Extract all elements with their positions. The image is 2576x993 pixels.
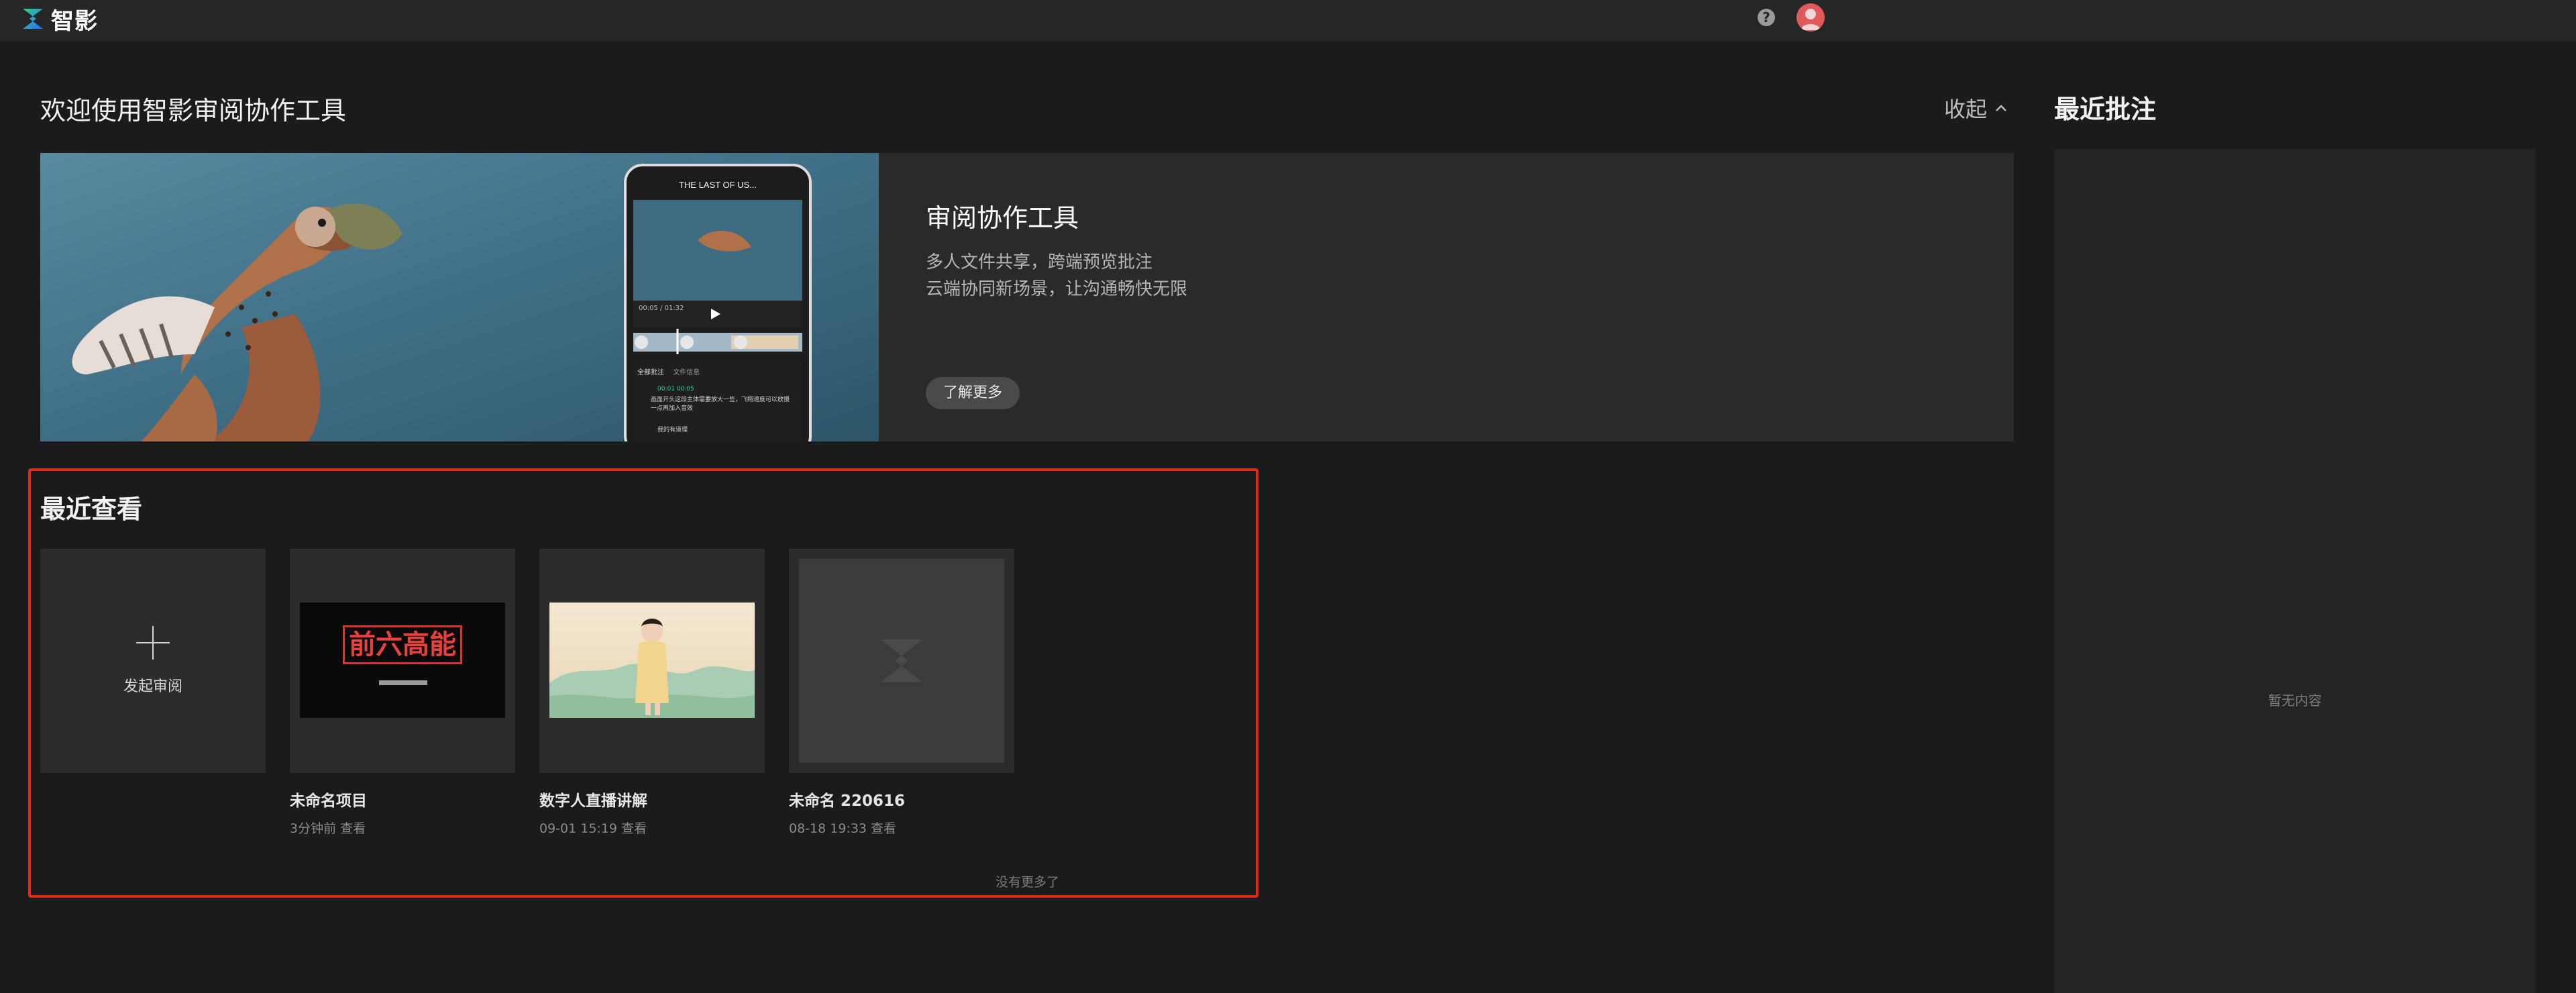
app-logo[interactable]: 智影 xyxy=(20,4,98,35)
welcome-banner: THE LAST OF US... 00:05 / 01:32 全部批注 文件信… xyxy=(40,153,2014,441)
chevron-up-icon xyxy=(1996,105,2006,111)
banner-illustration: THE LAST OF US... 00:05 / 01:32 全部批注 文件信… xyxy=(40,153,879,441)
project-name[interactable]: 未命名 220616 xyxy=(789,788,905,811)
thumbnail-text: 前六高能 xyxy=(343,625,462,664)
project-time: 3分钟前 查看 xyxy=(290,821,366,836)
user-avatar-icon[interactable] xyxy=(1796,3,1825,32)
project-time: 09-01 15:19 查看 xyxy=(539,821,647,836)
project-card[interactable] xyxy=(789,549,1014,773)
project-name[interactable]: 未命名项目 xyxy=(290,788,367,811)
banner-line-2: 云端协同新场景，让沟通畅快无限 xyxy=(926,279,1188,299)
project-time: 08-18 19:33 查看 xyxy=(789,821,897,836)
new-review-card[interactable]: 发起审阅 xyxy=(40,549,266,773)
question-circle-icon[interactable]: ? xyxy=(1758,9,1775,26)
phone-reply: 我的有道理 xyxy=(657,427,688,433)
phone-title: THE LAST OF US... xyxy=(678,180,757,190)
recent-viewed-title: 最近查看 xyxy=(40,494,143,524)
phone-tabs: 全部批注 文件信息 xyxy=(637,369,700,376)
recent-comments-title: 最近批注 xyxy=(2054,95,2157,124)
project-card[interactable]: 前六高能 xyxy=(290,549,515,773)
project-thumbnail xyxy=(549,603,755,718)
empty-state-text: 暂无内容 xyxy=(2268,692,2322,709)
zhiying-logo-icon xyxy=(880,639,923,682)
project-name[interactable]: 数字人直播讲解 xyxy=(539,788,647,811)
plus-icon xyxy=(136,626,170,660)
project-card[interactable] xyxy=(539,549,765,773)
phone-time: 00:05 / 01:32 xyxy=(639,305,684,312)
collapse-label: 收起 xyxy=(1944,97,1988,122)
zhiying-logo-icon xyxy=(23,9,43,29)
new-review-label: 发起审阅 xyxy=(123,678,182,695)
banner-heading: 审阅协作工具 xyxy=(926,203,1079,233)
banner-line-1: 多人文件共享，跨端预览批注 xyxy=(926,252,1153,272)
no-more-text: 没有更多了 xyxy=(996,875,1060,890)
collapse-button[interactable]: 收起 xyxy=(1944,93,2008,123)
project-thumbnail: 前六高能 xyxy=(300,603,505,718)
phone-comment-text: 画面开头这段主体需要放大一些，飞翔速度可以放慢一点再加入音效 xyxy=(651,397,790,412)
welcome-title: 欢迎使用智影审阅协作工具 xyxy=(40,96,347,125)
recent-comments-panel: 暂无内容 xyxy=(2054,149,2536,993)
learn-more-button[interactable]: 了解更多 xyxy=(926,377,1020,409)
app-name: 智影 xyxy=(51,7,98,35)
phone-comment-time: 00:01 00:05 xyxy=(657,386,694,393)
banner-copy: 审阅协作工具 多人文件共享，跨端预览批注 云端协同新场景，让沟通畅快无限 xyxy=(926,197,1187,303)
top-bar: 智影 ? xyxy=(0,0,2576,42)
placeholder-thumbnail xyxy=(799,559,1004,763)
